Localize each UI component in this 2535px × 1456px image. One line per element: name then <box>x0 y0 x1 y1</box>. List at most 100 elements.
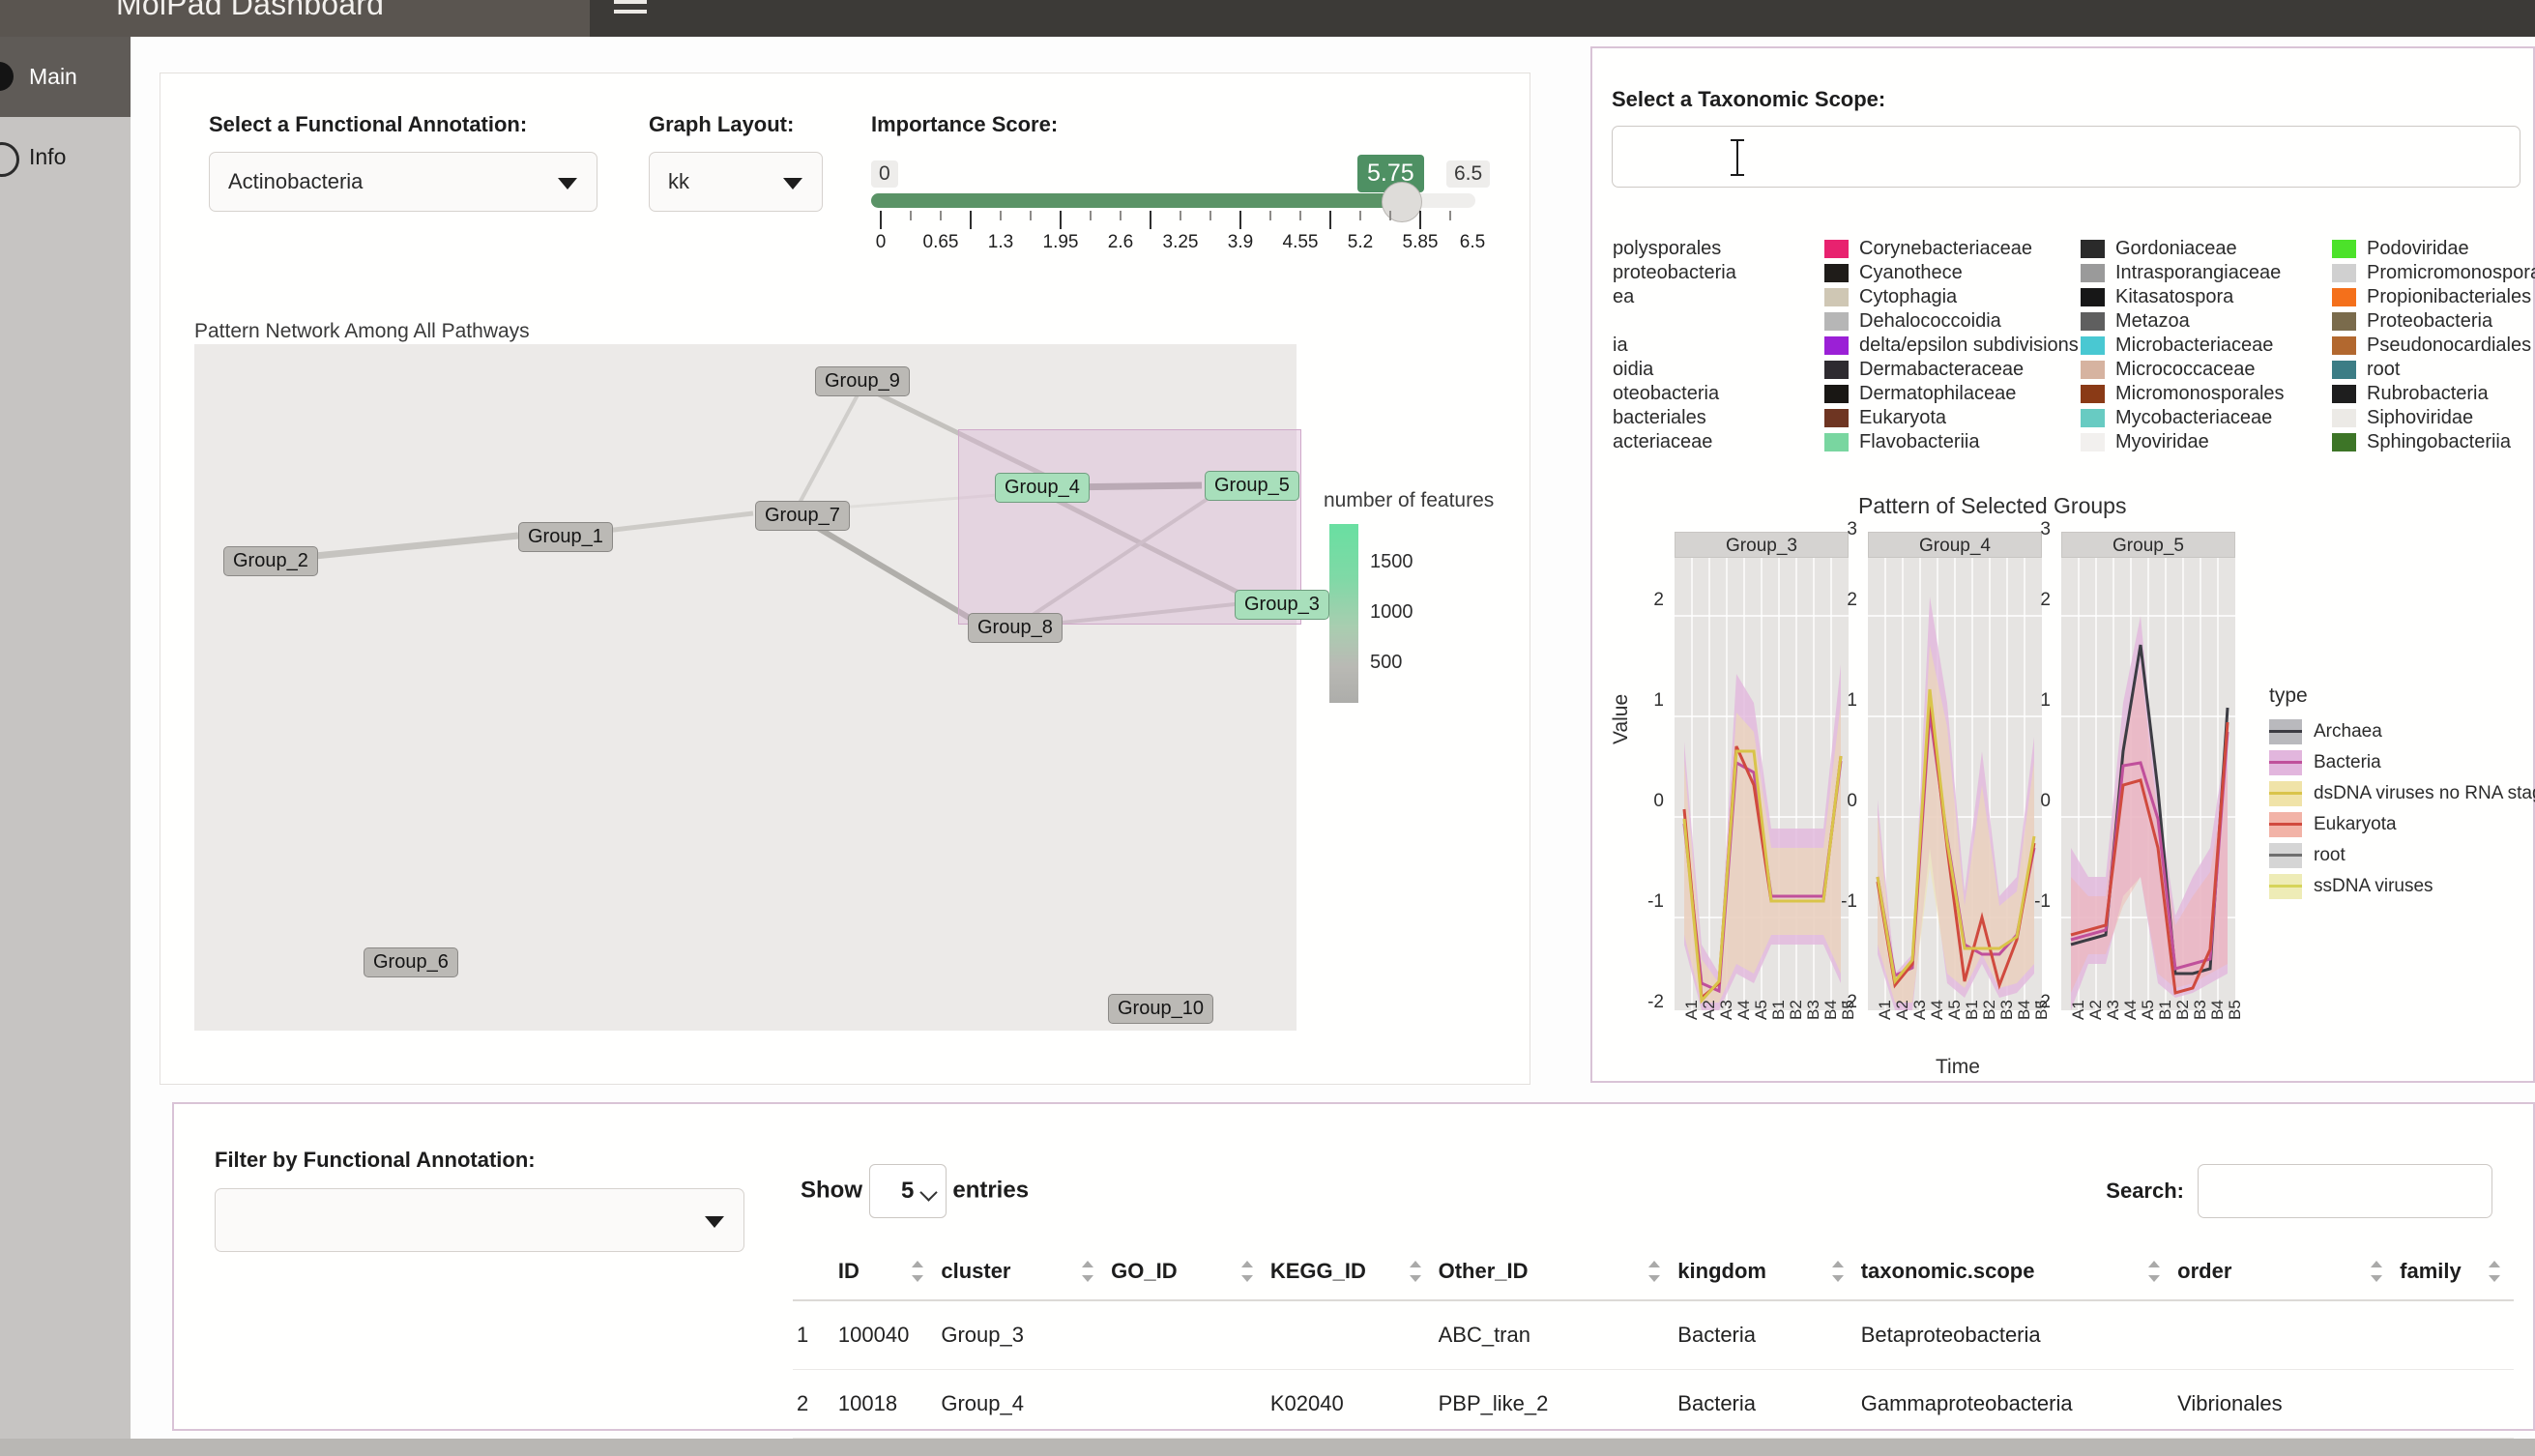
xtick-label: B4 <box>1821 1000 1840 1020</box>
sort-icon[interactable] <box>1648 1261 1661 1282</box>
taxonomy-legend-label: proteobacteria <box>1613 262 1736 283</box>
network-node[interactable]: Group_9 <box>815 366 910 396</box>
sidebar-item-label: Main <box>29 64 77 89</box>
col-family[interactable]: family <box>2396 1259 2514 1300</box>
results-table: ID cluster GO_ID KEGG_ID Other_ID kingdo… <box>793 1259 2514 1439</box>
taxonomy-legend-swatch <box>1824 361 1849 379</box>
annotation-select[interactable]: Actinobacteria <box>209 152 597 212</box>
taxonomic-scope-input[interactable] <box>1612 126 2520 188</box>
network-node[interactable]: Group_10 <box>1108 994 1213 1024</box>
ytick-label: 1 <box>1653 690 1664 711</box>
network-node-selected[interactable]: Group_4 <box>995 473 1090 503</box>
slider-min-label: 0 <box>871 160 898 188</box>
table-row[interactable]: 2 10018 Group_4 K02040 PBP_like_2 Bacter… <box>793 1370 2514 1439</box>
features-legend-title: number of features <box>1324 489 1495 511</box>
type-legend-swatch <box>2269 874 2302 899</box>
sidebar-item-main[interactable]: Main <box>0 37 131 117</box>
sidebar-item-info[interactable]: Info <box>0 117 131 197</box>
col-other-id[interactable]: Other_ID <box>1435 1259 1675 1300</box>
chevron-down-icon <box>918 1183 938 1202</box>
hamburger-icon[interactable] <box>614 0 647 19</box>
taxonomy-legend-swatch <box>2081 361 2105 379</box>
col-kegg-id[interactable]: KEGG_ID <box>1267 1259 1435 1300</box>
search-label: Search: <box>2106 1179 2184 1203</box>
network-node-selected[interactable]: Group_5 <box>1205 471 1299 501</box>
xtick-label: B3 <box>1997 1000 2016 1020</box>
search-input[interactable] <box>2198 1164 2492 1218</box>
type-legend-swatch <box>2269 812 2302 837</box>
taxonomy-legend-label: Kitasatospora <box>2115 286 2234 307</box>
network-node-selected[interactable]: Group_3 <box>1235 590 1329 620</box>
taxonomy-legend-label: Siphoviridae <box>2367 407 2474 428</box>
xtick-label: B5 <box>2226 1000 2244 1020</box>
taxonomic-scope-control: Select a Taxonomic Scope: <box>1612 87 2520 188</box>
network-node[interactable]: Group_6 <box>364 947 458 977</box>
network-node[interactable]: Group_8 <box>968 613 1063 643</box>
slider-tick-labels: 0 0.65 1.3 1.95 2.6 3.25 3.9 4.55 5.2 5.… <box>871 232 1486 255</box>
col-cluster[interactable]: cluster <box>937 1259 1107 1300</box>
cell-index: 2 <box>797 1391 809 1415</box>
taxonomy-legend-swatch <box>2332 240 2356 258</box>
cell-index: 1 <box>797 1323 809 1347</box>
layout-select[interactable]: kk <box>649 152 823 212</box>
taxonomy-legend-swatch <box>2081 240 2105 258</box>
cell-kingdom: Bacteria <box>1677 1323 1757 1347</box>
network-node[interactable]: Group_2 <box>223 546 318 576</box>
sort-icon[interactable] <box>1831 1261 1844 1282</box>
xtick-label: A4 <box>2121 1000 2140 1020</box>
taxonomy-legend-label: Cytophagia <box>1859 286 1958 307</box>
taxonomy-legend-swatch <box>2332 288 2356 306</box>
cell-cluster: Group_4 <box>941 1391 1024 1415</box>
table-row[interactable]: 1 100040 Group_3 ABC_tran Bacteria Betap… <box>793 1300 2514 1370</box>
sort-icon[interactable] <box>1240 1261 1253 1282</box>
col-id[interactable]: ID <box>834 1259 937 1300</box>
xtick-label: B3 <box>2191 1000 2209 1020</box>
layout-select-value: kk <box>668 169 689 193</box>
show-entries-select[interactable]: 5 <box>868 1164 947 1218</box>
col-go-id[interactable]: GO_ID <box>1107 1259 1267 1300</box>
taxonomy-legend-swatch <box>1824 240 1849 258</box>
sort-icon[interactable] <box>912 1261 924 1282</box>
xtick-label: A2 <box>2086 1000 2105 1020</box>
facet-panel <box>1675 558 1849 1010</box>
taxonomy-legend-label: Intrasporangiaceae <box>2115 262 2282 283</box>
col-order[interactable]: order <box>2173 1259 2396 1300</box>
sort-icon[interactable] <box>2148 1261 2161 1282</box>
type-legend-swatch <box>2269 781 2302 806</box>
network-node[interactable]: Group_1 <box>518 522 613 552</box>
cell-family <box>2396 1370 2514 1439</box>
facet-panel <box>1868 558 2042 1010</box>
ytick-label: 1 <box>1847 690 1857 711</box>
app-title: MolPad Dashboard <box>116 0 385 21</box>
pattern-chart-ylabel: Value <box>1610 693 1632 744</box>
taxonomy-legend-label: Microbacteriaceae <box>2115 335 2274 356</box>
network-panel: Select a Functional Annotation: Actinoba… <box>160 73 1530 1085</box>
ytick-label: -2 <box>1647 992 1664 1012</box>
network-canvas[interactable]: Group_2 Group_1 Group_7 Group_9 Group_4 … <box>194 344 1329 1031</box>
taxonomy-legend-swatch <box>2332 361 2356 379</box>
sort-icon[interactable] <box>1082 1261 1094 1282</box>
xtick-label: B2 <box>1980 1000 1998 1020</box>
slider-tick-label: 6.5 <box>1459 232 1486 252</box>
cell-taxonomic-scope: Gammaproteobacteria <box>1860 1391 2073 1415</box>
sort-icon[interactable] <box>1409 1261 1421 1282</box>
cell-kegg-id[interactable] <box>1267 1300 1435 1370</box>
type-legend-label: Archaea <box>2314 721 2382 742</box>
slider-tick-label: 0 <box>875 232 887 252</box>
xtick-label: A1 <box>1876 1000 1894 1020</box>
col-taxonomic-scope[interactable]: taxonomic.scope <box>1857 1259 2173 1300</box>
type-legend-label: dsDNA viruses no RNA stage <box>2314 783 2535 803</box>
sort-icon[interactable] <box>2371 1261 2383 1282</box>
show-entries-value: 5 <box>900 1178 915 1204</box>
taxonomy-legend-swatch <box>2081 264 2105 282</box>
network-node[interactable]: Group_7 <box>755 501 850 531</box>
filter-select[interactable] <box>215 1188 744 1252</box>
taxonomy-legend-label: Pseudonocardiales <box>2367 335 2532 356</box>
cell-kegg-id[interactable]: K02040 <box>1267 1370 1435 1439</box>
facet-group-3: Group_3 <box>1675 532 1849 1010</box>
col-kingdom[interactable]: kingdom <box>1674 1259 1856 1300</box>
sort-icon[interactable] <box>2489 1261 2500 1282</box>
type-legend-label: Eukaryota <box>2314 814 2397 834</box>
taxonomy-legend-label: Propionibacteriales <box>2367 286 2532 307</box>
taxonomy-legend-swatch <box>2332 409 2356 427</box>
